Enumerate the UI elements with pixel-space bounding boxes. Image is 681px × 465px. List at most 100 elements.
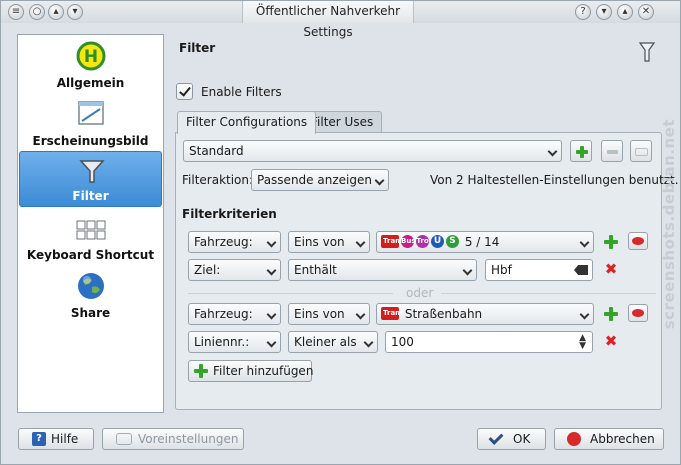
remove-filter-group-button[interactable] <box>628 304 648 322</box>
remove-criterion-icon[interactable]: ✖ <box>604 334 618 349</box>
button-label: OK <box>513 432 531 446</box>
criterion-type-select[interactable]: Fahrzeug: <box>188 303 281 325</box>
add-filter-button[interactable]: Filter hinzufügen <box>188 360 314 382</box>
defaults-icon <box>116 433 132 445</box>
cancel-icon <box>567 432 581 446</box>
keep-above-icon[interactable]: ○ <box>29 4 45 20</box>
button-label: Filter hinzufügen <box>213 364 314 378</box>
close-icon[interactable]: ✕ <box>638 4 654 20</box>
window-menu-icon[interactable]: ≡ <box>8 4 24 20</box>
or-separator: oder <box>406 286 434 300</box>
bus-icon: Bus <box>401 235 416 248</box>
remove-filter-group-button[interactable] <box>628 232 648 250</box>
shade-down-icon[interactable]: ▾ <box>67 4 83 20</box>
select-value: Enthält <box>294 263 337 277</box>
select-value: Eins von <box>294 235 345 249</box>
criterion-type-select[interactable]: Fahrzeug: <box>188 231 281 253</box>
criterion-op-select[interactable]: Eins von <box>288 231 370 253</box>
shade-up-icon[interactable]: ▴ <box>48 4 64 20</box>
appearance-icon <box>78 101 104 125</box>
page-title: Filter <box>179 41 216 55</box>
select-value: Passende anzeigen <box>257 173 372 187</box>
select-value: Ziel: <box>194 263 221 277</box>
help-button[interactable]: ? Hilfe <box>18 428 94 450</box>
sbahn-icon: S <box>446 235 459 248</box>
sidebar-item-label: Share <box>70 306 111 320</box>
select-value: Fahrzeug: <box>194 235 253 249</box>
criterion-op-select[interactable]: Eins von <box>288 303 370 325</box>
tram-icon: Tram <box>381 235 402 248</box>
line-number-spinbox[interactable]: 100 ▲ ▼ <box>385 331 593 353</box>
input-value: Hbf <box>491 263 512 277</box>
separator-line <box>441 293 656 294</box>
haltestelle-h-icon: H <box>76 41 106 71</box>
settings-window: ≡ ○ ▴ ▾ Öffentlicher Nahverkehr Settings… <box>0 0 681 465</box>
help-book-icon: ? <box>32 432 46 446</box>
usage-info: Von 2 Haltestellen-Einstellungen benutzt… <box>430 173 679 187</box>
input-value: 100 <box>391 335 414 349</box>
plus-icon <box>576 146 588 158</box>
remove-config-button[interactable] <box>601 140 623 162</box>
tab-label: Filter Uses <box>311 115 374 129</box>
checkmark-icon <box>488 430 504 445</box>
button-label: Hilfe <box>51 432 79 446</box>
help-titlebar-icon[interactable]: ? <box>575 4 591 20</box>
sidebar: H Allgemein Erscheinungsbild Filter Keyb… <box>17 34 164 413</box>
select-value: Standard <box>189 144 244 158</box>
sidebar-item-label: Filter <box>72 189 109 203</box>
criterion-op-select[interactable]: Kleiner als <box>288 331 378 353</box>
add-criterion-plus-icon[interactable] <box>604 307 618 321</box>
sidebar-item-erscheinungsbild[interactable]: Erscheinungsbild <box>19 95 162 151</box>
vehicle-type-select[interactable]: TramBusTro U S 5 / 14 <box>376 231 594 253</box>
sidebar-item-allgemein[interactable]: H Allgemein <box>19 37 162 93</box>
sidebar-item-keyboard-shortcut[interactable]: Keyboard Shortcut <box>19 209 162 265</box>
sidebar-item-filter[interactable]: Filter <box>19 151 162 207</box>
globe-icon <box>78 273 104 299</box>
watermark: screenshots.debian.net <box>660 119 680 355</box>
defaults-button[interactable]: Voreinstellungen <box>102 428 244 450</box>
funnel-icon <box>79 160 105 183</box>
criterion-op-select[interactable]: Enthält <box>288 259 477 281</box>
sidebar-item-label: Erscheinungsbild <box>32 134 149 148</box>
button-label: Abbrechen <box>590 432 655 446</box>
select-value: Fahrzeug: <box>194 307 253 321</box>
tab-label: Filter Configurations <box>186 115 308 129</box>
filteraktion-select[interactable]: Passende anzeigen <box>251 169 389 191</box>
select-value: 5 / 14 <box>464 235 500 249</box>
watermark-text: screenshots.debian.net <box>660 119 678 330</box>
destination-input[interactable]: Hbf <box>485 259 593 281</box>
filteraktion-label: Filteraktion: <box>182 173 254 187</box>
window-title: Öffentlicher Nahverkehr Settings <box>242 1 414 39</box>
rename-config-button[interactable] <box>630 140 652 162</box>
minus-icon <box>607 150 618 154</box>
spin-arrows-icon[interactable]: ▲ ▼ <box>579 334 586 351</box>
funnel-icon <box>639 42 655 62</box>
remove-criterion-icon[interactable]: ✖ <box>604 262 618 277</box>
select-value: Eins von <box>294 307 345 321</box>
filter-config-select[interactable]: Standard <box>183 140 562 162</box>
add-config-button[interactable] <box>570 140 592 162</box>
plus-icon <box>194 364 208 378</box>
button-label: Voreinstellungen <box>138 432 239 446</box>
sidebar-item-share[interactable]: Share <box>19 267 162 323</box>
minimize-icon[interactable]: ▾ <box>596 4 612 20</box>
enable-filters-checkbox[interactable] <box>176 83 193 100</box>
svg-text:H: H <box>84 47 98 67</box>
clear-input-icon[interactable] <box>574 265 588 275</box>
enable-filters-label: Enable Filters <box>201 85 282 99</box>
select-value: Liniennr.: <box>194 335 250 349</box>
select-value: Straßenbahn <box>404 307 483 321</box>
tab-filter-configurations[interactable]: Filter Configurations <box>177 111 317 134</box>
title-bar: ≡ ○ ▴ ▾ Öffentlicher Nahverkehr Settings… <box>1 1 680 39</box>
criteria-heading: Filterkriterien <box>182 207 277 221</box>
select-value: Kleiner als <box>294 335 357 349</box>
ubahn-icon: U <box>431 235 444 248</box>
vehicle-type-select[interactable]: Tram Straßenbahn <box>376 303 594 325</box>
criterion-type-select[interactable]: Ziel: <box>188 259 281 281</box>
keyboard-icon <box>76 220 106 240</box>
criterion-type-select[interactable]: Liniennr.: <box>188 331 281 353</box>
maximize-icon[interactable]: ▴ <box>617 4 633 20</box>
ok-button[interactable]: OK <box>477 428 546 450</box>
add-criterion-plus-icon[interactable] <box>604 235 618 249</box>
cancel-button[interactable]: Abbrechen <box>554 428 664 450</box>
